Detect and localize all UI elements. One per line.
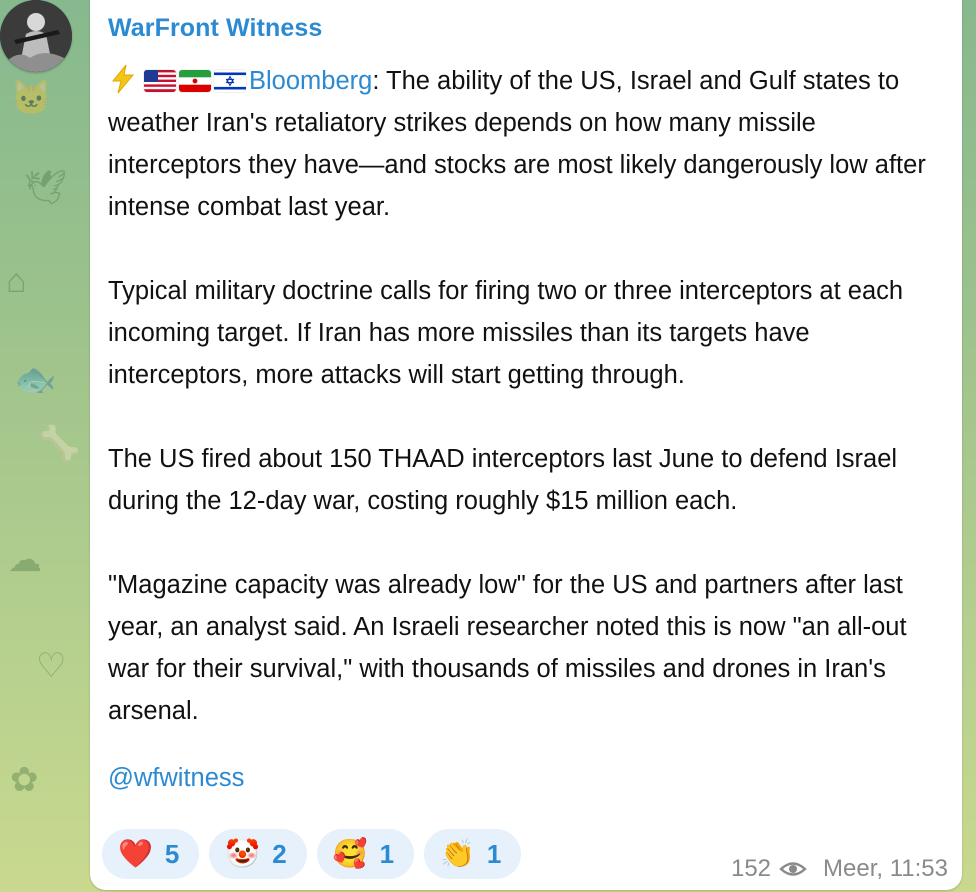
message-time: Meer, 11:53 bbox=[823, 855, 948, 882]
red-heart-icon: ❤️ bbox=[118, 837, 153, 870]
source-link[interactable]: Bloomberg bbox=[249, 67, 372, 95]
emoji-row bbox=[108, 64, 249, 95]
message-paragraph: Typical military doctrine calls for firi… bbox=[108, 277, 904, 389]
reaction-heart-button[interactable]: ❤️ 5 bbox=[102, 829, 200, 879]
reaction-smiling-hearts-button[interactable]: 🥰 1 bbox=[316, 829, 415, 879]
message-paragraph: "Magazine capacity was already low" for … bbox=[108, 571, 907, 725]
clapping-hands-icon: 👏 bbox=[440, 837, 475, 870]
us-flag-icon bbox=[144, 70, 176, 92]
background-doodle-heart-icon: ♡ bbox=[36, 647, 67, 685]
channel-handle-link[interactable]: @wfwitness bbox=[108, 764, 244, 793]
background-doodle-bone-icon: 🦴 bbox=[38, 425, 81, 463]
background-doodle-cloud-icon: ☁ bbox=[8, 541, 42, 579]
eye-icon bbox=[779, 859, 807, 879]
background-doodle-cat-icon: 🐱 bbox=[10, 79, 53, 117]
lightning-icon bbox=[108, 64, 138, 94]
smiling-face-with-hearts-icon: 🥰 bbox=[332, 837, 368, 870]
channel-avatar[interactable] bbox=[0, 0, 72, 72]
message-bubble: WarFront Witness Bloomberg: The ability … bbox=[90, 0, 962, 890]
view-count: 152 bbox=[730, 855, 772, 882]
message-paragraph: The US fired about 150 THAAD interceptor… bbox=[108, 445, 898, 515]
message-meta: 152 Meer, 11:53 bbox=[731, 855, 948, 883]
background-doodle-fish-icon: 🐟 bbox=[14, 361, 57, 399]
reaction-clap-button[interactable]: 👏 1 bbox=[424, 829, 522, 879]
message-text: Bloomberg: The ability of the US, Israel… bbox=[108, 60, 952, 732]
reaction-count: 1 bbox=[379, 838, 395, 869]
israel-flag-icon bbox=[214, 70, 246, 92]
reaction-count: 1 bbox=[486, 838, 502, 869]
message-intro-paragraph: Bloomberg: The ability of the US, Israel… bbox=[108, 60, 952, 228]
reactions-bar: ❤️ 5 🤡 2 🥰 1 👏 1 bbox=[102, 829, 522, 879]
channel-name[interactable]: WarFront Witness bbox=[108, 14, 322, 43]
clown-face-icon: 🤡 bbox=[225, 837, 261, 870]
reaction-clown-button[interactable]: 🤡 2 bbox=[209, 829, 307, 879]
background-doodle-flower-icon: ✿ bbox=[10, 761, 39, 799]
background-doodle-bird-icon: 🕊 bbox=[24, 169, 68, 207]
background-doodle-house-icon: ⌂ bbox=[6, 262, 27, 300]
iran-flag-icon bbox=[179, 70, 211, 92]
reaction-count: 2 bbox=[272, 838, 287, 869]
reaction-count: 5 bbox=[164, 838, 180, 869]
